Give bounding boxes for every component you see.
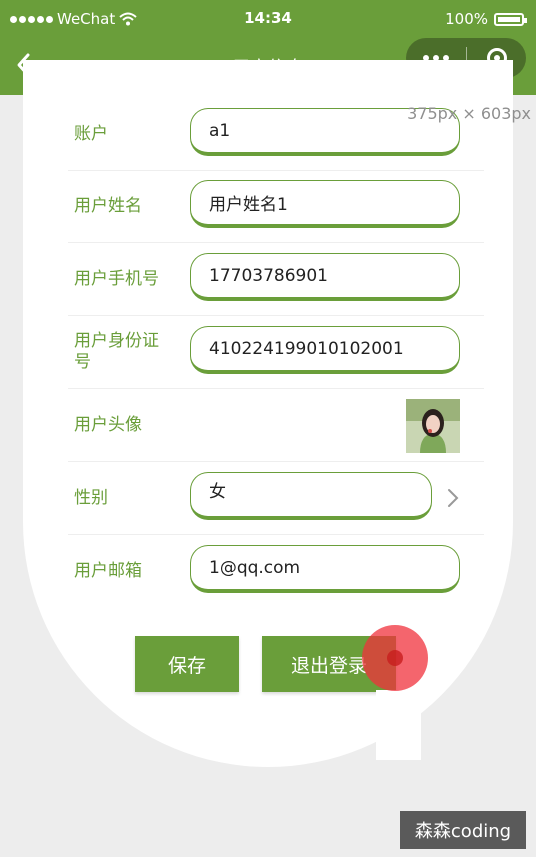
avatar-photo-icon bbox=[406, 399, 460, 453]
phone-label: 用户手机号 bbox=[74, 268, 159, 289]
id-card-row: 用户身份证号 410224199010102001 bbox=[68, 316, 484, 389]
avatar-label: 用户头像 bbox=[74, 414, 142, 435]
chevron-right-icon[interactable] bbox=[446, 486, 460, 510]
email-label: 用户邮箱 bbox=[74, 560, 142, 581]
status-bar: WeChat 14:34 100% bbox=[0, 0, 536, 40]
tap-indicator bbox=[362, 625, 428, 691]
email-input[interactable]: 1@qq.com bbox=[190, 545, 460, 593]
dimension-label: 375px × 603px bbox=[407, 104, 531, 123]
username-input[interactable]: 用户姓名1 bbox=[190, 180, 460, 228]
username-row: 用户姓名 用户姓名1 bbox=[68, 170, 484, 243]
gender-row: 性别 女 bbox=[68, 462, 484, 535]
id-card-input[interactable]: 410224199010102001 bbox=[190, 326, 460, 374]
phone-row: 用户手机号 17703786901 bbox=[68, 243, 484, 316]
battery-indicator: 100% bbox=[445, 10, 527, 28]
username-label: 用户姓名 bbox=[74, 195, 142, 216]
email-row: 用户邮箱 1@qq.com bbox=[68, 535, 484, 607]
watermark: 森森coding bbox=[400, 811, 526, 849]
avatar-row: 用户头像 bbox=[68, 389, 484, 462]
account-label: 账户 bbox=[74, 123, 108, 144]
gender-label: 性别 bbox=[74, 487, 108, 508]
save-button[interactable]: 保存 bbox=[135, 636, 239, 692]
battery-icon bbox=[494, 12, 527, 26]
phone-input[interactable]: 17703786901 bbox=[190, 253, 460, 301]
battery-percent: 100% bbox=[445, 10, 488, 28]
id-card-label: 用户身份证号 bbox=[74, 331, 159, 372]
overlay-block bbox=[376, 690, 421, 760]
avatar[interactable] bbox=[406, 399, 460, 453]
gender-picker[interactable]: 女 bbox=[190, 472, 432, 520]
